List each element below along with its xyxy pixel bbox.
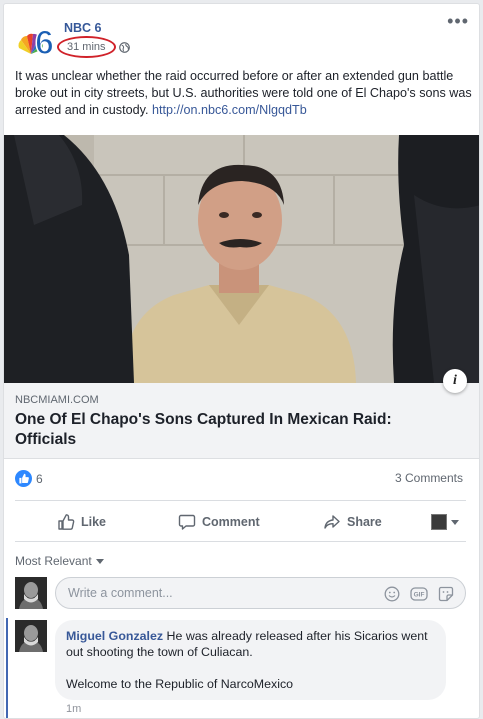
comment-icon <box>178 514 196 530</box>
divider <box>15 541 466 542</box>
post-card: 6 NBC 6 31 mins ••• It was unclear wheth… <box>3 3 480 719</box>
divider <box>15 500 466 501</box>
comment-timestamp[interactable]: 1m <box>66 703 81 715</box>
link-preview-image[interactable] <box>4 135 479 383</box>
comment-sort-dropdown[interactable]: Most Relevant <box>15 554 104 568</box>
like-count: 6 <box>36 471 43 486</box>
link-preview[interactable]: i NBCMIAMI.COM One Of El Chapo's Sons Ca… <box>4 369 479 459</box>
action-bar: Like Comment Share <box>4 505 479 539</box>
reaction-summary[interactable]: 6 <box>15 470 43 487</box>
emoji-icon[interactable] <box>383 585 401 603</box>
globe-icon <box>118 41 130 53</box>
comment-sort-label: Most Relevant <box>15 554 92 568</box>
link-domain: NBCMIAMI.COM <box>15 394 99 406</box>
like-label: Like <box>81 515 107 529</box>
info-icon[interactable]: i <box>443 369 467 393</box>
chevron-down-icon <box>95 558 104 564</box>
avatar[interactable] <box>15 577 47 609</box>
more-options-icon[interactable]: ••• <box>447 12 469 30</box>
gif-icon[interactable]: GIF <box>410 585 428 603</box>
like-reaction-icon <box>15 470 32 487</box>
gif-label: GIF <box>414 592 425 599</box>
svg-text:6: 6 <box>35 24 54 60</box>
share-label: Share <box>347 515 382 529</box>
link-headline[interactable]: One Of El Chapo's Sons Captured In Mexic… <box>15 410 435 450</box>
comment-bubble: Miguel Gonzalez He was already released … <box>55 620 446 700</box>
chevron-down-icon <box>451 519 459 525</box>
avatar <box>431 514 447 530</box>
share-button[interactable]: Share <box>323 505 382 539</box>
comment-input-box: GIF <box>55 577 466 609</box>
post-link[interactable]: http://on.nbc6.com/NlgqdTb <box>152 103 307 117</box>
comments-count[interactable]: 3 Comments <box>395 471 463 485</box>
user-avatar-icon <box>15 620 47 652</box>
post-timestamp[interactable]: 31 mins <box>57 36 116 58</box>
user-avatar-icon <box>15 577 47 609</box>
thumbs-up-icon <box>58 514 75 530</box>
like-button[interactable]: Like <box>57 505 106 539</box>
page-name[interactable]: NBC 6 <box>64 21 102 35</box>
avatar[interactable] <box>15 620 47 652</box>
comment-highlight-bar <box>6 618 8 718</box>
photo-illustration <box>4 135 479 383</box>
comment-input[interactable] <box>68 578 368 608</box>
comment-text-2: Welcome to the Republic of NarcoMexico <box>66 677 294 691</box>
post-text: It was unclear whether the raid occurred… <box>15 68 473 119</box>
comment-input-tools: GIF <box>383 585 455 603</box>
share-icon <box>324 515 340 529</box>
post-header: 6 NBC 6 31 mins ••• <box>4 4 479 66</box>
post-meta: 31 mins <box>57 36 130 58</box>
comment-author[interactable]: Miguel Gonzalez <box>66 629 163 643</box>
nbc6-logo-icon[interactable]: 6 <box>15 16 59 60</box>
comment-button[interactable]: Comment <box>178 505 260 539</box>
reaction-identity-selector[interactable] <box>431 514 459 530</box>
sticker-icon[interactable] <box>437 585 455 603</box>
comment-paragraph: Miguel Gonzalez He was already released … <box>66 628 435 660</box>
comment-label: Comment <box>202 515 260 529</box>
